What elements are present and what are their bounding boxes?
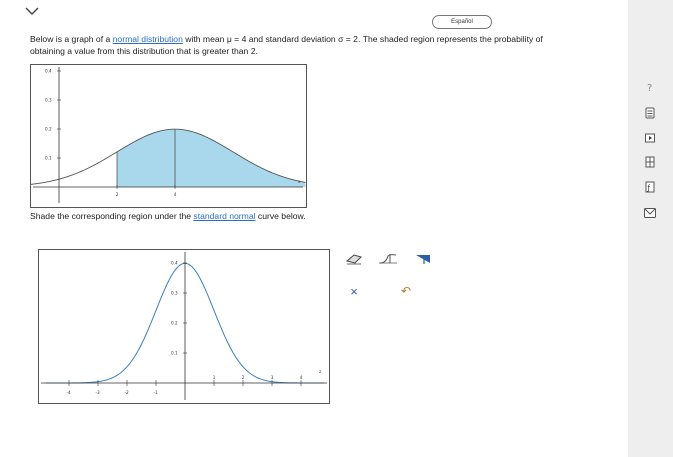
message-icon[interactable]: [643, 206, 657, 220]
x-tick-label: 4: [174, 192, 177, 197]
standard-normal-chart[interactable]: 0.1 0.2 0.3 0.4 -4 -3 -2 -1 1 2 3 4 z: [39, 250, 329, 403]
calculator-icon[interactable]: [643, 106, 657, 120]
y-tick-label: 0.2: [45, 127, 52, 132]
standard-normal-graph[interactable]: 0.1 0.2 0.3 0.4 -4 -3 -2 -1 1 2 3 4 z: [38, 249, 330, 404]
x-tick-label: -1: [154, 390, 159, 395]
side-toolbar: ? ƒ: [628, 0, 673, 457]
normal-distribution-graph: 0.1 0.2 0.3 0.4 2 4 x: [29, 64, 307, 208]
normal-distribution-link[interactable]: normal distribution: [113, 34, 183, 44]
x-tick-label: 2: [242, 375, 245, 380]
x-tick-label: 2: [116, 192, 119, 197]
drawing-toolbar: × ↶: [336, 244, 446, 318]
standard-normal-link[interactable]: standard normal: [193, 211, 255, 221]
eraser-icon[interactable]: [342, 250, 366, 268]
help-icon[interactable]: ?: [643, 80, 657, 94]
formula-icon[interactable]: ƒ: [643, 180, 657, 194]
shaded-region: [117, 129, 306, 187]
y-tick-label: 0.1: [45, 156, 52, 161]
instruction-text: Shade the corresponding region under the…: [30, 211, 306, 221]
x-tick-label: 4: [300, 375, 303, 380]
table-icon[interactable]: [643, 155, 657, 169]
x-tick-label: -3: [96, 390, 101, 395]
x-tick-label: -4: [67, 390, 72, 395]
y-tick-label: 0.3: [171, 291, 178, 296]
right-tail-icon[interactable]: [412, 250, 436, 268]
normal-distribution-chart: 0.10.20.30.42 4x: [29, 67, 306, 203]
svg-text:ƒ: ƒ: [647, 184, 651, 192]
clear-button[interactable]: ×: [342, 282, 366, 300]
undo-button[interactable]: ↶: [394, 282, 418, 300]
video-icon[interactable]: [643, 131, 657, 145]
instruction-end: curve below.: [255, 211, 306, 221]
y-tick-label: 0.2: [171, 321, 178, 326]
y-tick-label: 0.3: [45, 98, 52, 103]
chevron-down-icon[interactable]: [21, 4, 43, 18]
x-tick-label: -2: [125, 390, 130, 395]
problem-statement: Below is a graph of a normal distributio…: [30, 33, 570, 57]
x-tick-label: 1: [213, 375, 216, 380]
y-tick-label: 0.1: [171, 351, 178, 356]
x-tick-label: 3: [271, 375, 274, 380]
svg-text:?: ?: [647, 83, 652, 93]
y-tick-label: 0.4: [171, 261, 178, 266]
z-axis-label: z: [319, 369, 322, 374]
top-bar: Español: [0, 0, 673, 29]
problem-text-start: Below is a graph of a: [30, 34, 113, 44]
left-tail-icon[interactable]: [376, 250, 400, 268]
language-button[interactable]: Español: [432, 15, 492, 29]
instruction-start: Shade the corresponding region under the: [30, 211, 194, 221]
y-tick-label: 0.4: [45, 69, 52, 74]
